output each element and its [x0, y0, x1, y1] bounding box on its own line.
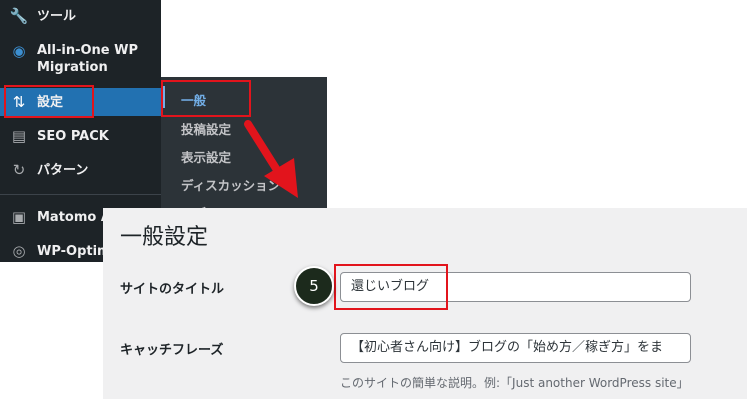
sidebar-divider	[0, 194, 161, 195]
sidebar-item-tools[interactable]: 🔧 ツール	[0, 6, 161, 28]
sidebar-item-label: ツール	[37, 9, 77, 24]
submenu-item-reading[interactable]: 表示設定	[181, 147, 231, 166]
sidebar-item-label: Matomo A	[37, 210, 111, 225]
sidebar-item-patterns[interactable]: ↻ パターン	[0, 158, 161, 182]
matomo-icon: ▣	[11, 207, 27, 226]
tagline-description: このサイトの簡単な説明。例:「Just another WordPress si…	[340, 376, 689, 390]
submenu-item-writing[interactable]: 投稿設定	[181, 119, 231, 138]
wp-optimize-icon: ◎	[12, 241, 26, 260]
site-title-label: サイトのタイトル	[120, 282, 225, 297]
sidebar-item-label: All-in-One WP Migration	[37, 43, 138, 75]
sidebar-item-label: WP-Optim	[37, 244, 111, 259]
general-highlight-box	[161, 80, 251, 117]
step-number-badge: 5	[294, 266, 334, 306]
tagline-label: キャッチフレーズ	[120, 343, 224, 358]
migration-icon: ◉	[12, 41, 26, 60]
red-arrow-icon	[244, 120, 298, 198]
seo-pack-icon: ▤	[11, 126, 27, 145]
settings-highlight-box	[4, 85, 94, 118]
sidebar-item-all-in-one-wp-migration[interactable]: ◉ All-in-One WP Migration	[0, 40, 161, 80]
tagline-input[interactable]: 【初心者さん向け】ブログの「始め方／稼ぎ方」をま	[340, 333, 691, 363]
page-title: 一般設定	[120, 225, 209, 250]
site-title-highlight-box	[334, 264, 448, 310]
sidebar-item-label: SEO PACK	[37, 129, 109, 144]
sidebar-item-seo-pack[interactable]: ▤ SEO PACK	[0, 124, 161, 148]
sidebar-item-label: パターン	[37, 163, 89, 178]
wrench-icon: 🔧	[9, 6, 29, 25]
patterns-icon: ↻	[12, 160, 26, 179]
